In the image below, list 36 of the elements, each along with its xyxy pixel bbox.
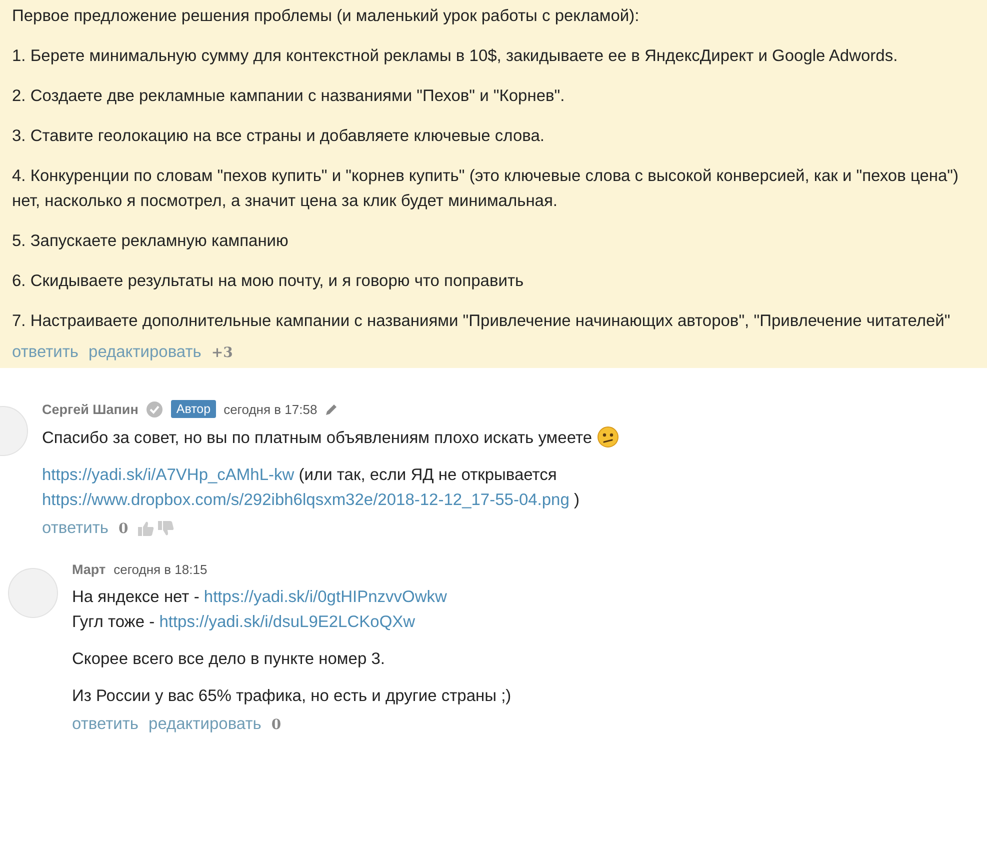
paragraph: 6. Скидываете результаты на мою почту, и я говорю что поправить (12, 271, 525, 292)
paragraph: 7. Настраиваете дополнительные кампании с названиями "Привлечение начинающих авторов", "Привлечение читателей" (12, 311, 952, 332)
paragraph: 5. Запускаете рекламную кампанию (12, 231, 290, 252)
action-link[interactable]: ответить (72, 715, 139, 734)
paragraph: Из России у вас 65% трафика, но есть и другие страны ;) (72, 686, 512, 707)
paragraph: https://yadi.sk/i/A7VHp_cAMhL-kw (или так, если ЯД не открывается https://www.dropbox.com/s/292ibh6lqsxm32e/2018-12-12_17-55-04.png ) (42, 465, 581, 511)
comment-time: сегодня в 18:15 (114, 562, 208, 577)
author-badge: Автор (171, 400, 216, 418)
paragraph: 4. Конкуренции по словам "пехов купить" и "корнев купить" (это ключевые слова с высокой конверсией, как и "пехов цена") нет, насколько я посмотрел, а значит цена за клик будет минимальная. (12, 166, 960, 212)
action-link[interactable]: ответить (42, 519, 109, 538)
thumbs-down-icon[interactable] (158, 521, 174, 536)
action-link[interactable]: редактировать (148, 715, 262, 734)
link[interactable]: https://www.dropbox.com/s/292ibh6lqsxm32e/2018-12-12_17-55-04.png (42, 491, 570, 509)
action-link[interactable]: ответить (12, 343, 79, 362)
paragraph: Скорее всего все дело в пункте номер 3. (72, 649, 386, 670)
comment-time: сегодня в 17:58 (224, 402, 318, 416)
rating-score: 0 (118, 520, 128, 536)
link[interactable]: https://yadi.sk/i/A7VHp_cAMhL-kw (42, 466, 294, 484)
confused-face-icon (596, 426, 619, 448)
paragraph: 1. Берете минимальную сумму для контекстной рекламы в 10$, закидываете ее в ЯндексДирект и Google Adwords. (12, 46, 899, 67)
thumbs-up-icon[interactable] (138, 521, 154, 536)
author-name[interactable]: Сергей Шапин (42, 402, 138, 416)
paragraph: 3. Ставите геолокацию на все страны и добавляете ключевые слова. (12, 126, 546, 147)
link[interactable]: https://yadi.sk/i/dsuL9E2LCKoQXw (159, 613, 416, 631)
paragraph: 2. Создаете две рекламные кампании с названиями "Пехов" и "Корнев". (12, 86, 566, 107)
link[interactable]: https://yadi.sk/i/0gtHIPnzvvOwkw (204, 588, 447, 606)
paragraph: Первое предложение решения проблемы (и маленький урок работы с рекламой): (12, 6, 640, 27)
avatar (8, 568, 58, 618)
paragraph: На яндексе нет - https://yadi.sk/i/0gtHIPnzvvOwkw Гугл тоже - https://yadi.sk/i/dsuL9E2LCKoQXw (72, 587, 448, 633)
paragraph: Спасибо за совет, но вы по платным объявлениям плохо искать умеете (42, 426, 967, 451)
pencil-icon (325, 402, 338, 416)
rating-score: 0 (271, 716, 282, 732)
author-name[interactable]: Март (72, 562, 106, 577)
rating-score: +3 (211, 344, 233, 360)
verified-check-icon (146, 400, 164, 418)
action-link[interactable]: редактировать (88, 343, 202, 362)
